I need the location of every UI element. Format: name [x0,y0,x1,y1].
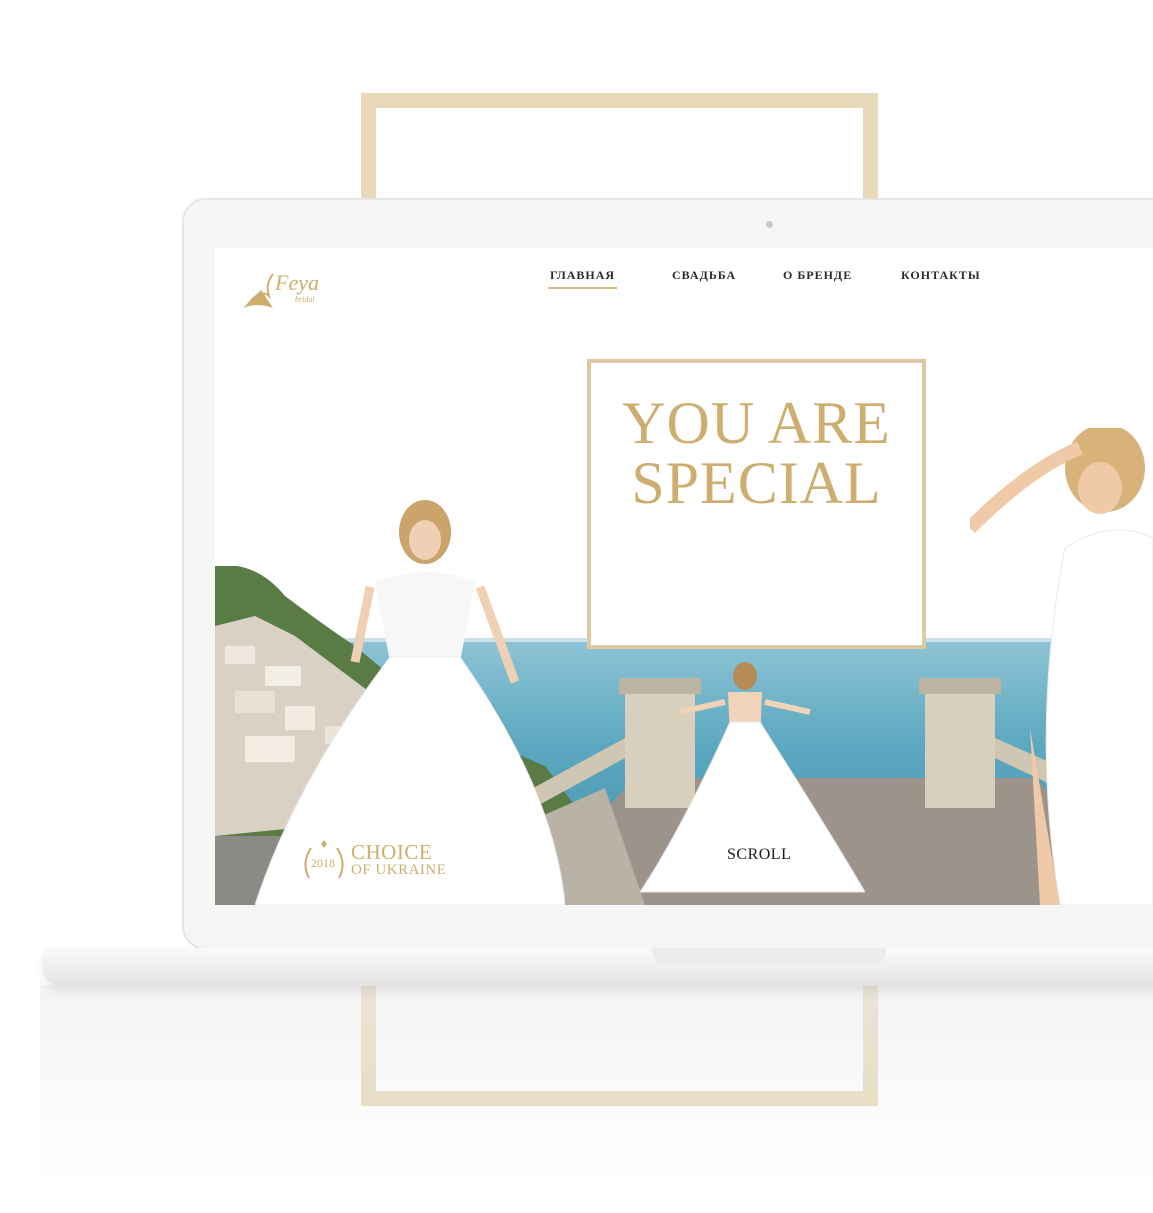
hero-frame: YOU ARE SPECIAL [587,359,926,649]
hero-title-line1: YOU ARE [622,390,891,456]
logo-text: Feya [274,270,319,295]
badge-line2: OF UKRAINE [351,862,447,878]
logo-subtext: bridal [295,295,315,304]
nav-item-contacts[interactable]: КОНТАКТЫ [901,268,981,283]
website-screen: Feya bridal ГЛАВНАЯ СВАДЬБА О БРЕНДЕ КОН… [215,248,1153,905]
badge-year: 2018 [311,856,335,870]
feya-logo[interactable]: Feya bridal [239,266,321,312]
bride-photo-center [640,662,865,893]
nav-item-about-brand[interactable]: О БРЕНДЕ [783,268,852,283]
choice-of-ukraine-badge: 2018 CHOICE OF UKRAINE [299,838,459,888]
hero-title: YOU ARE SPECIAL [591,393,922,513]
laptop-notch [652,948,886,965]
bride-photo-right [970,428,1153,905]
hero-title-line2: SPECIAL [631,450,882,516]
scroll-indicator[interactable]: SCROLL [727,846,791,864]
laptop-base [43,948,1153,986]
webcam-icon [766,221,773,228]
nav-item-wedding[interactable]: СВАДЬБА [672,268,736,283]
nav-item-home[interactable]: ГЛАВНАЯ [547,268,618,289]
laptop-shadow [40,985,1153,1185]
